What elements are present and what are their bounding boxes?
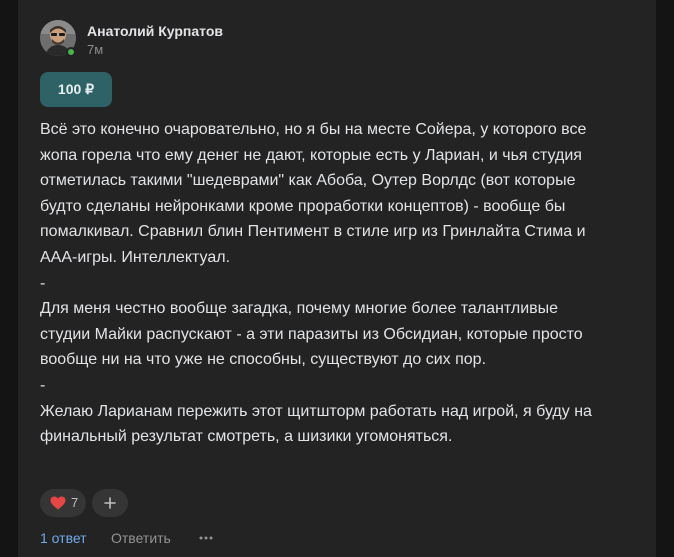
comment-paragraph: Для меня честно вообще загадка, почему м… xyxy=(40,300,583,369)
comment-timestamp[interactable]: 7м xyxy=(87,42,103,58)
heart-reaction-button[interactable]: 7 xyxy=(40,489,86,517)
plus-icon xyxy=(104,497,116,509)
heart-icon xyxy=(50,496,66,510)
replies-link[interactable]: 1 ответ xyxy=(40,529,87,547)
reaction-count: 7 xyxy=(71,495,79,510)
comment-card: Анатолий Курпатов 7м 100 ₽ Всё это конеч… xyxy=(18,0,656,557)
comment-text: Всё это конечно очаровательно, но я бы н… xyxy=(40,117,600,450)
add-reaction-button[interactable] xyxy=(92,489,128,517)
ellipsis-icon[interactable] xyxy=(198,531,214,545)
comment-separator: - xyxy=(40,274,46,292)
author-name[interactable]: Анатолий Курпатов xyxy=(87,23,223,40)
comment-paragraph: Всё это конечно очаровательно, но я бы н… xyxy=(40,121,587,266)
online-status-indicator xyxy=(66,47,76,57)
reply-button[interactable]: Ответить xyxy=(111,529,171,547)
comment-separator: - xyxy=(40,376,46,394)
donation-badge: 100 ₽ xyxy=(40,72,112,107)
comment-paragraph: Желаю Ларианам пережить этот щитшторм ра… xyxy=(40,402,592,446)
